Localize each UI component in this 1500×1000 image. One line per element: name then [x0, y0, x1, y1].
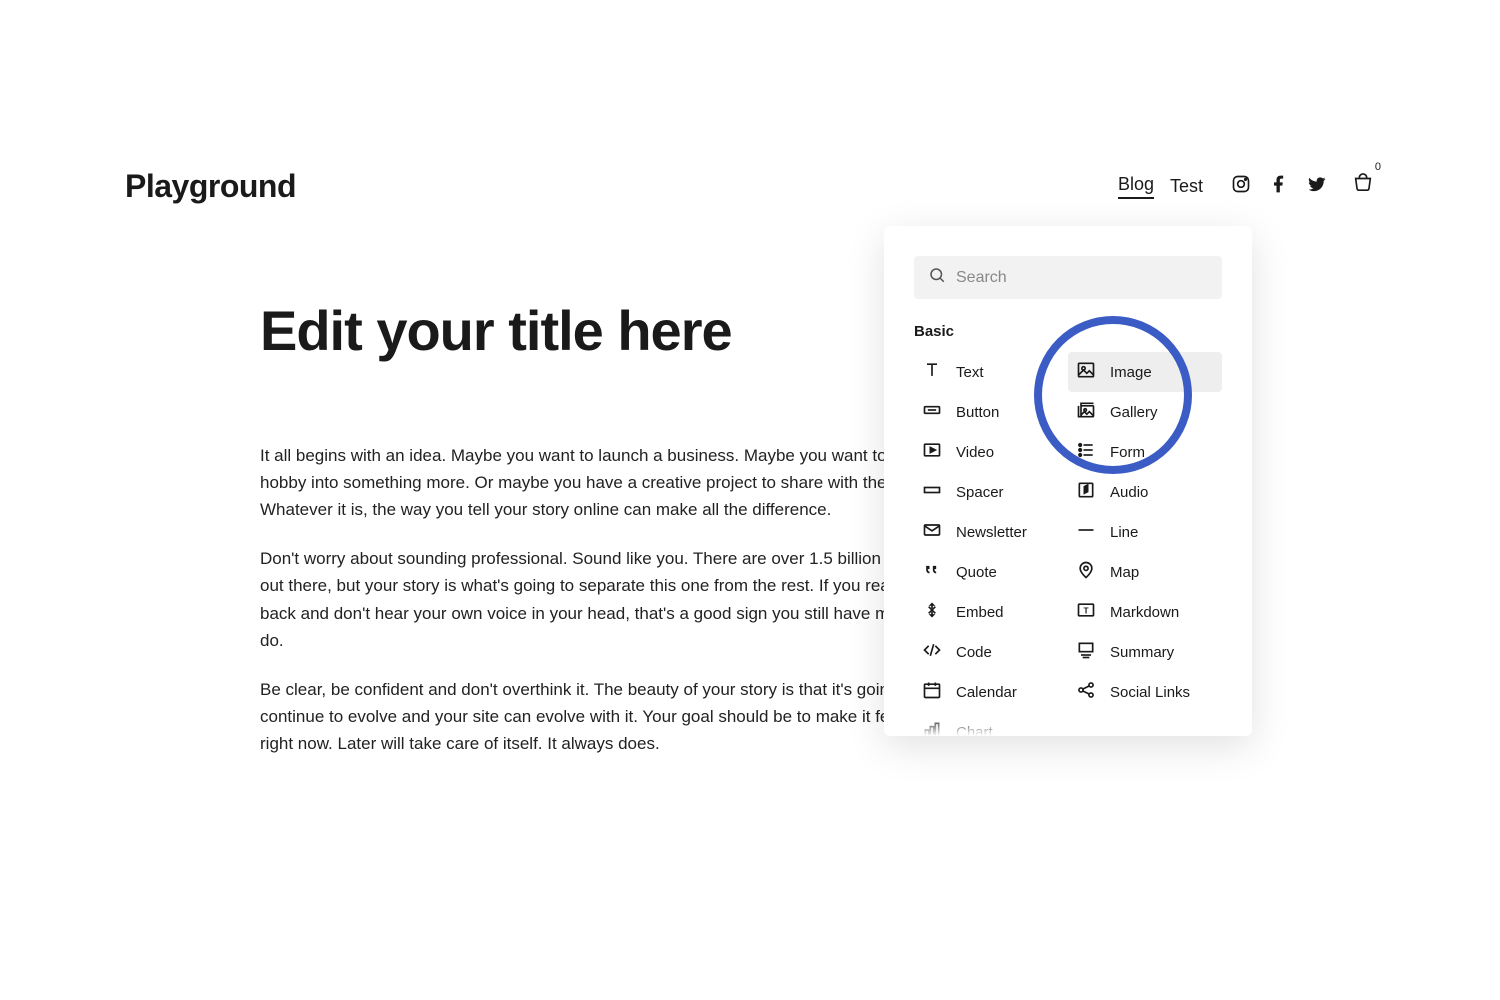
block-line[interactable]: Line	[1068, 512, 1222, 552]
twitter-icon[interactable]	[1307, 174, 1327, 199]
quote-icon	[922, 560, 942, 584]
block-embed[interactable]: Embed	[914, 592, 1068, 632]
paragraph[interactable]: Don't worry about sounding professional.…	[260, 545, 980, 654]
block-gallery[interactable]: Gallery	[1068, 392, 1222, 432]
block-quote[interactable]: Quote	[914, 552, 1068, 592]
block-social-links[interactable]: Social Links	[1068, 672, 1222, 712]
block-label: Video	[956, 444, 994, 461]
paragraph[interactable]: Be clear, be confident and don't overthi…	[260, 676, 980, 758]
form-icon	[1076, 440, 1096, 464]
block-markdown[interactable]: T Markdown	[1068, 592, 1222, 632]
facebook-icon[interactable]	[1269, 174, 1289, 199]
nav-blog[interactable]: Blog	[1118, 174, 1154, 199]
site-header: Playground Blog Test 0	[125, 168, 1375, 205]
video-icon	[922, 440, 942, 464]
block-form[interactable]: Form	[1068, 432, 1222, 472]
block-label: Newsletter	[956, 524, 1027, 541]
cart-count: 0	[1375, 161, 1381, 173]
block-label: Spacer	[956, 484, 1004, 501]
block-label: Text	[956, 364, 984, 381]
paragraph[interactable]: It all begins with an idea. Maybe you wa…	[260, 442, 980, 524]
search-icon	[928, 266, 946, 289]
nav-test[interactable]: Test	[1170, 176, 1203, 197]
block-search[interactable]	[914, 256, 1222, 299]
button-icon	[922, 400, 942, 424]
block-calendar[interactable]: Calendar	[914, 672, 1068, 712]
block-label: Audio	[1110, 484, 1148, 501]
map-icon	[1076, 560, 1096, 584]
image-icon	[1076, 360, 1096, 384]
block-label: Code	[956, 644, 992, 661]
block-label: Map	[1110, 564, 1139, 581]
summary-icon	[1076, 640, 1096, 664]
block-summary[interactable]: Summary	[1068, 632, 1222, 672]
block-label: Button	[956, 404, 999, 421]
markdown-icon: T	[1076, 600, 1096, 624]
block-label: Image	[1110, 364, 1152, 381]
block-grid: Text Image Button Gallery Video Form	[914, 352, 1222, 736]
cart-button[interactable]: 0	[1351, 173, 1375, 200]
block-label: Calendar	[956, 684, 1017, 701]
block-label: Markdown	[1110, 604, 1179, 621]
gallery-icon	[1076, 400, 1096, 424]
page-title[interactable]: Edit your title here	[260, 300, 980, 362]
section-heading: Basic	[914, 323, 1222, 340]
text-icon	[922, 360, 942, 384]
block-label: Social Links	[1110, 684, 1190, 701]
newsletter-icon	[922, 520, 942, 544]
block-text[interactable]: Text	[914, 352, 1068, 392]
editor-content: Edit your title here It all begins with …	[260, 300, 980, 779]
block-video[interactable]: Video	[914, 432, 1068, 472]
svg-text:T: T	[1083, 605, 1088, 615]
block-picker-panel: Basic Text Image Button Gallery Video	[884, 226, 1252, 736]
block-code[interactable]: Code	[914, 632, 1068, 672]
block-label: Summary	[1110, 644, 1174, 661]
spacer-icon	[922, 480, 942, 504]
block-label: Quote	[956, 564, 997, 581]
block-button[interactable]: Button	[914, 392, 1068, 432]
social-links-icon	[1076, 680, 1096, 704]
embed-icon	[922, 600, 942, 624]
search-input[interactable]	[956, 269, 1208, 287]
block-audio[interactable]: Audio	[1068, 472, 1222, 512]
instagram-icon[interactable]	[1231, 174, 1251, 199]
block-label: Form	[1110, 444, 1145, 461]
code-icon	[922, 640, 942, 664]
block-label: Line	[1110, 524, 1138, 541]
block-label: Gallery	[1110, 404, 1158, 421]
site-title[interactable]: Playground	[125, 168, 296, 205]
line-icon	[1076, 520, 1096, 544]
block-label: Embed	[956, 604, 1004, 621]
audio-icon	[1076, 480, 1096, 504]
social-links: 0	[1231, 173, 1375, 200]
block-newsletter[interactable]: Newsletter	[914, 512, 1068, 552]
block-spacer[interactable]: Spacer	[914, 472, 1068, 512]
block-map[interactable]: Map	[1068, 552, 1222, 592]
main-nav: Blog Test 0	[1118, 173, 1375, 200]
block-image[interactable]: Image	[1068, 352, 1222, 392]
body-text[interactable]: It all begins with an idea. Maybe you wa…	[260, 442, 980, 758]
calendar-icon	[922, 680, 942, 704]
